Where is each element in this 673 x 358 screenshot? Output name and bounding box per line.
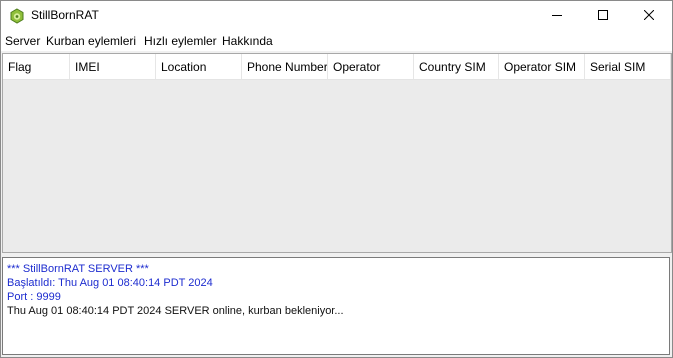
victim-table[interactable]: Flag IMEI Location Phone Number Operator… xyxy=(2,53,672,253)
menu-kurban-eylemleri[interactable]: Kurban eylemleri xyxy=(46,34,136,48)
column-header-operator-sim[interactable]: Operator SIM xyxy=(499,54,585,79)
menu-hizli-eylemler[interactable]: Hızlı eylemler xyxy=(144,34,217,48)
column-header-location[interactable]: Location xyxy=(156,54,242,79)
column-header-imei[interactable]: IMEI xyxy=(70,54,156,79)
close-button[interactable] xyxy=(626,1,672,31)
title-bar[interactable]: StillBornRAT xyxy=(1,1,672,31)
maximize-button[interactable] xyxy=(580,1,626,31)
log-line: Başlatıldı: Thu Aug 01 08:40:14 PDT 2024 xyxy=(7,277,213,289)
app-window: StillBornRAT Server Kurban eylemleri Hız… xyxy=(0,0,673,358)
column-header-serial-sim[interactable]: Serial SIM xyxy=(585,54,671,79)
window-title: StillBornRAT xyxy=(31,8,99,22)
minimize-button[interactable] xyxy=(534,1,580,31)
maximize-icon xyxy=(598,9,608,23)
log-line: Thu Aug 01 08:40:14 PDT 2024 SERVER onli… xyxy=(7,305,344,317)
menu-hakkinda[interactable]: Hakkında xyxy=(222,34,273,48)
menu-bar: Server Kurban eylemleri Hızlı eylemler H… xyxy=(1,31,672,51)
close-icon xyxy=(643,9,655,23)
table-header: Flag IMEI Location Phone Number Operator… xyxy=(3,54,671,80)
column-header-flag[interactable]: Flag xyxy=(3,54,70,79)
column-header-phone-number[interactable]: Phone Number xyxy=(242,54,328,79)
menu-server[interactable]: Server xyxy=(5,34,40,48)
server-log[interactable]: *** StillBornRAT SERVER *** Başlatıldı: … xyxy=(2,257,670,355)
android-icon xyxy=(9,8,25,24)
minimize-icon xyxy=(552,9,562,23)
log-line: *** StillBornRAT SERVER *** xyxy=(7,263,149,275)
log-line: Port : 9999 xyxy=(7,291,61,303)
column-header-country-sim[interactable]: Country SIM xyxy=(414,54,499,79)
column-header-operator[interactable]: Operator xyxy=(328,54,414,79)
